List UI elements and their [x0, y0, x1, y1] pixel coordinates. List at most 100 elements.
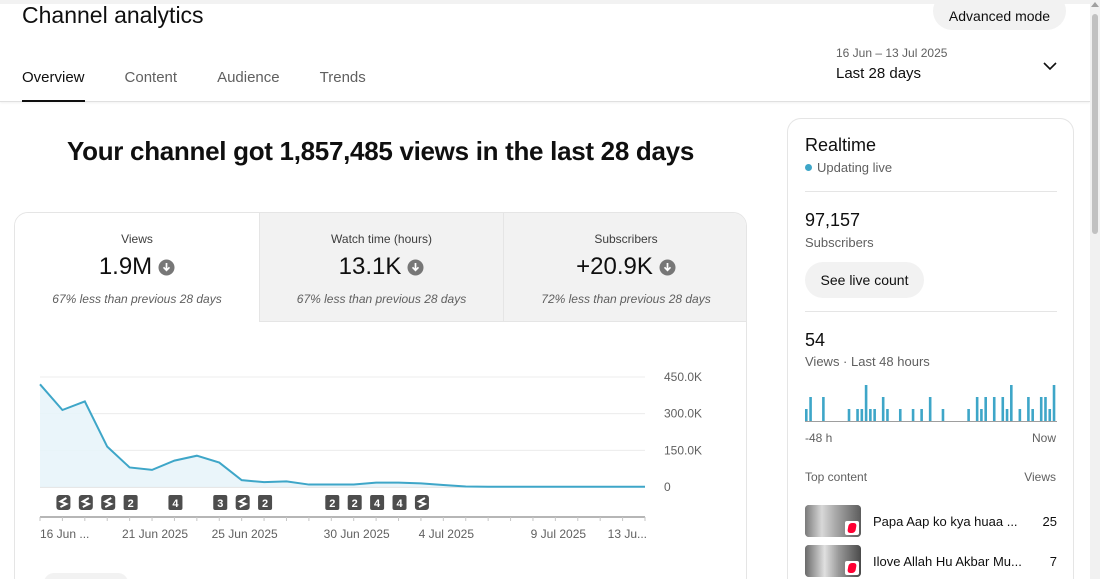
top-content-item[interactable]: Ilove Allah Hu Akbar Mu... 7	[805, 545, 1057, 579]
analytics-header: Channel analytics Advanced mode Overview…	[0, 0, 1090, 102]
tab-audience[interactable]: Audience	[217, 58, 280, 102]
date-range-picker[interactable]: 16 Jun – 13 Jul 2025 Last 28 days	[836, 46, 1066, 82]
axis-start-label: -48 h	[805, 431, 833, 445]
realtime-bar	[1052, 385, 1056, 421]
realtime-title: Realtime	[805, 135, 877, 155]
realtime-bar	[856, 409, 859, 421]
svg-text:4: 4	[172, 498, 179, 510]
realtime-bar	[809, 397, 812, 421]
upload-count-marker: 2	[325, 495, 340, 510]
y-tick-label: 150.0K	[664, 443, 702, 457]
upload-count-marker: 4	[370, 495, 385, 510]
divider	[805, 191, 1057, 192]
video-views: 25	[1042, 514, 1057, 529]
realtime-bar	[1005, 409, 1009, 421]
realtime-bar	[992, 397, 996, 421]
realtime-bar	[967, 409, 970, 421]
views-column-label: Views	[1024, 470, 1056, 484]
upload-count-marker: 4	[168, 495, 183, 510]
video-views: 7	[1049, 554, 1057, 569]
realtime-bar	[847, 409, 851, 421]
svg-text:3: 3	[217, 498, 223, 510]
realtime-bar	[975, 397, 979, 421]
live-dot-icon	[805, 164, 812, 171]
tab-overview[interactable]: Overview	[22, 58, 85, 102]
realtime-bar	[869, 409, 872, 421]
svg-text:2: 2	[352, 498, 358, 510]
realtime-bar	[980, 409, 983, 421]
realtime-bar	[1048, 409, 1052, 421]
see-more-button[interactable]	[44, 573, 128, 579]
scrollbar-thumb[interactable]	[1092, 14, 1098, 234]
realtime-bar	[911, 409, 915, 421]
live-status: Updating live	[805, 160, 892, 175]
live-status-text: Updating live	[817, 160, 893, 175]
page-title: Channel analytics	[22, 2, 204, 28]
scroll-up-arrow-icon[interactable]	[1091, 2, 1099, 7]
top-content-item[interactable]: Papa Aap ko kya huaa ... 25	[805, 505, 1057, 539]
divider	[805, 311, 1057, 312]
realtime-bar	[941, 409, 945, 421]
y-tick-label: 300.0K	[664, 407, 702, 421]
y-tick-label: 0	[664, 480, 671, 494]
realtime-bar	[1044, 397, 1047, 421]
x-tick-label: 25 Jun 2025	[212, 527, 278, 541]
shorts-marker-icon	[235, 495, 250, 510]
see-live-count-button[interactable]: See live count	[805, 262, 924, 298]
svg-text:2: 2	[128, 498, 134, 510]
y-tick-label: 450.0K	[664, 370, 702, 384]
realtime-bar	[1039, 397, 1043, 421]
realtime-bar	[1031, 409, 1034, 421]
realtime-bar	[822, 397, 825, 421]
tab-content[interactable]: Content	[125, 58, 178, 102]
x-tick-label: 16 Jun ...	[40, 527, 89, 541]
tab-trends[interactable]: Trends	[320, 58, 366, 102]
realtime-bar	[805, 409, 808, 421]
realtime-views-count: 54	[805, 330, 826, 350]
tab-bar: Overview Content Audience Trends	[22, 58, 406, 102]
upload-count-marker: 4	[392, 495, 407, 510]
x-tick-label: 13 Ju...	[608, 527, 647, 541]
area-fill	[40, 384, 645, 487]
video-title: Ilove Allah Hu Akbar Mu...	[873, 554, 1022, 569]
x-tick-label: 4 Jul 2025	[419, 527, 475, 541]
advanced-mode-button[interactable]: Advanced mode	[933, 0, 1066, 30]
date-range-dates: 16 Jun – 13 Jul 2025	[836, 46, 948, 60]
realtime-subscriber-label: Subscribers	[805, 235, 874, 250]
shorts-marker-icon	[78, 495, 93, 510]
realtime-bar	[928, 397, 932, 421]
views-line-chart[interactable]: 450.0K 300.0K 150.0K 0 16 Jun ... 21 Jun 2025…	[15, 213, 747, 579]
upload-count-marker: 2	[258, 495, 273, 510]
shorts-marker-icon	[101, 495, 116, 510]
realtime-bar	[881, 397, 885, 421]
realtime-bar	[1027, 397, 1030, 421]
realtime-bar	[886, 409, 889, 421]
realtime-card: Realtime Updating live 97,157 Subscriber…	[787, 118, 1074, 579]
x-tick-label: 30 Jun 2025	[324, 527, 390, 541]
svg-text:2: 2	[262, 498, 268, 510]
svg-text:4: 4	[374, 498, 381, 510]
realtime-views-label: Views · Last 48 hours	[805, 354, 930, 369]
upload-count-marker: 3	[213, 495, 228, 510]
date-range-label: Last 28 days	[836, 65, 922, 82]
realtime-bar	[860, 409, 864, 421]
axis-end-label: Now	[1031, 431, 1056, 445]
shorts-marker-icon	[56, 495, 71, 510]
chevron-down-icon[interactable]	[1042, 60, 1058, 72]
realtime-bar	[1010, 385, 1013, 421]
metrics-card: Views 1.9M 67% less than previous 28 day…	[14, 212, 747, 579]
shorts-icon	[845, 561, 859, 575]
realtime-bar	[898, 409, 902, 421]
shorts-icon	[845, 521, 859, 535]
realtime-bar	[1001, 397, 1005, 421]
x-tick-label: 9 Jul 2025	[531, 527, 587, 541]
realtime-bar	[1018, 409, 1022, 421]
realtime-bar-chart[interactable]	[788, 377, 1075, 427]
video-thumbnail	[805, 505, 861, 537]
svg-text:4: 4	[396, 498, 403, 510]
summary-headline: Your channel got 1,857,485 views in the …	[67, 136, 694, 166]
realtime-bar	[920, 409, 923, 421]
video-thumbnail	[805, 545, 861, 577]
shorts-marker-icon	[414, 495, 429, 510]
video-title: Papa Aap ko kya huaa ...	[873, 514, 1018, 529]
